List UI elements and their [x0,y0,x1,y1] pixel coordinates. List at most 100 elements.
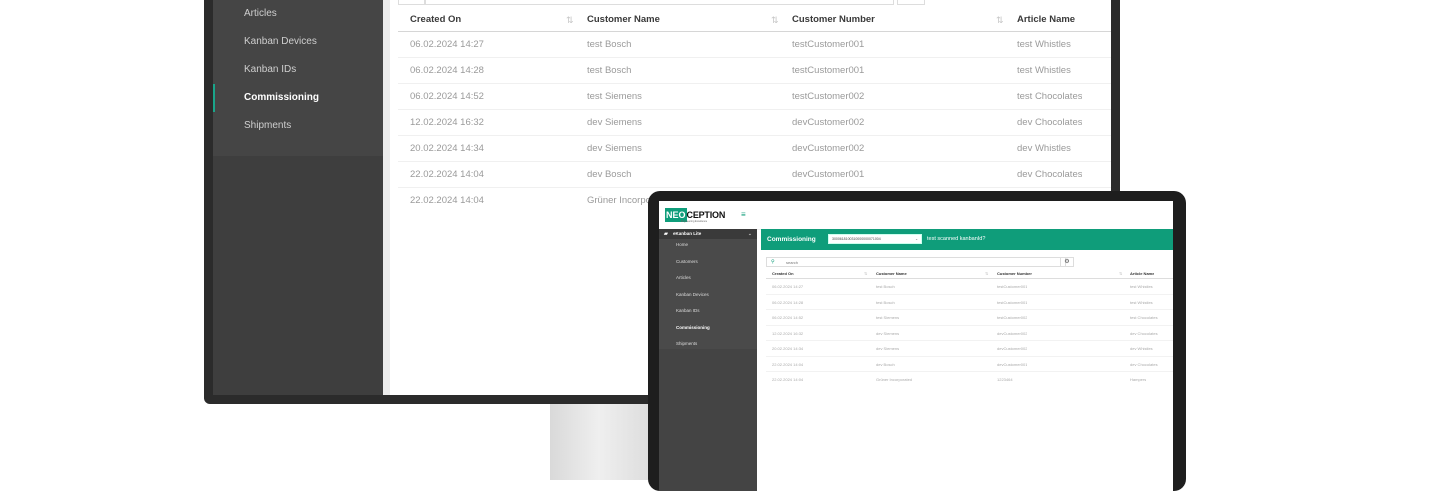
sidebar-group-ekanban[interactable]: ▰ eKanban Lite ⌄ [659,229,757,239]
monitor-stand [550,404,648,480]
sidebar-item-kanban-ids[interactable]: Kanban IDs [213,56,383,84]
cell-created-on: 22.02.2024 14:04 [772,361,804,367]
column-header-created-on[interactable]: Created On [410,8,461,32]
cell-customer-name: dev Bosch [876,361,895,367]
menu-toggle-icon[interactable]: ≡ [741,211,746,219]
cell-article-name: test Whistles [1017,39,1071,50]
sidebar-item-home[interactable]: Home [676,240,688,250]
cell-article-name: Hampers [1130,377,1147,382]
column-header-customer-name[interactable]: Customer Name [587,8,660,32]
toolbar-remnant [398,0,1111,6]
sidebar: ▰ eKanban Lite ⌄ Home Customers Articles… [659,229,757,491]
chevron-down-icon: ⌄ [748,231,752,236]
table-row[interactable]: 22.02.2024 14:04 dev Bosch devCustomer00… [766,357,1173,372]
sidebar-item-shipments[interactable]: Shipments [213,112,383,140]
search-input[interactable]: search [786,258,798,267]
table-row[interactable]: 06.02.2024 14:28 test Bosch testCustomer… [398,58,1111,84]
table-header: Created On ⇅ Customer Name ⇅ Customer Nu… [766,269,1173,279]
column-header-customer-name[interactable]: Customer Name [876,269,907,279]
cell-customer-name: dev Siemens [587,143,642,154]
column-header-article-name[interactable]: Article Name [1017,8,1075,32]
cell-customer-number: testCustomer001 [997,284,1028,289]
cell-customer-name: Grüner Incorporated [876,377,913,382]
cell-created-on: 06.02.2024 14:28 [410,65,484,76]
tablet-screen: NEO CEPTION Engineering Excellence ≡ ▰ eK… [659,201,1173,491]
sort-icon[interactable]: ⇅ [771,8,779,32]
table-row[interactable]: 06.02.2024 14:52 test Siemens testCustom… [766,310,1173,326]
search-icon[interactable]: ⚲ [771,258,775,267]
cell-customer-name: test Siemens [587,91,642,102]
cell-customer-number: 1223464 [997,377,1013,382]
table-row[interactable]: 06.02.2024 14:52 test Siemens testCustom… [398,84,1111,110]
search-input[interactable] [424,0,894,5]
table-header: Created On ⇅ Customer Name ⇅ Customer Nu… [398,8,1111,32]
table-row[interactable]: 06.02.2024 14:27 test Bosch testCustomer… [398,32,1111,58]
cell-created-on: 12.02.2024 16:32 [772,330,804,336]
table-row[interactable]: 20.02.2024 14:34 dev Siemens devCustomer… [398,136,1111,162]
sidebar: Articles Kanban Devices Kanban IDs Commi… [213,0,383,395]
cell-customer-number: testCustomer002 [792,91,865,102]
sidebar-item-commissioning[interactable]: Commissioning [676,323,710,333]
sidebar-item-articles[interactable]: Articles [676,273,691,283]
sidebar-item-shipments[interactable]: Shipments [676,339,697,349]
cell-article-name: test Chocolates [1017,91,1083,102]
cell-customer-number: devCustomer001 [997,361,1028,367]
cell-created-on: 22.02.2024 14:04 [410,195,484,206]
sidebar-menu: Articles Kanban Devices Kanban IDs Commi… [213,0,383,156]
sidebar-item-kanban-ids[interactable]: Kanban IDs [676,306,700,316]
cell-customer-name: dev Siemens [876,330,900,336]
page-title: Commissioning [767,236,816,243]
search-box[interactable]: ⚲ search [766,257,1066,267]
select-value: 3000618100310000000071004 [832,237,881,241]
cell-created-on: 06.02.2024 14:52 [772,315,804,320]
search-icon[interactable] [398,0,426,5]
table-row[interactable]: 12.02.2024 16:32 dev Siemens devCustomer… [398,110,1111,136]
sidebar-item-kanban-devices[interactable]: Kanban Devices [676,290,709,300]
column-header-customer-number[interactable]: Customer Number [997,269,1032,279]
table-row[interactable]: 22.02.2024 14:04 Grüner Incorporated 122… [766,372,1173,388]
sort-icon[interactable]: ⇅ [996,8,1004,32]
cell-customer-name: test Bosch [876,299,895,305]
cell-created-on: 20.02.2024 14:34 [772,346,804,351]
cell-article-name: dev Chocolates [1017,117,1083,128]
sort-icon[interactable]: ⇅ [1119,269,1122,279]
cell-customer-name: test Bosch [876,284,895,289]
table-row[interactable]: 20.02.2024 14:34 dev Siemens devCustomer… [766,341,1173,357]
cell-article-name: test Whistles [1017,65,1071,76]
sidebar-item-commissioning[interactable]: Commissioning [213,84,383,112]
sort-icon[interactable]: ⇅ [864,269,867,279]
sort-icon[interactable]: ⇅ [566,8,574,32]
cell-customer-number: devCustomer002 [997,330,1028,336]
scan-status-text: test scanned kanbanId? [927,236,986,242]
cell-article-name: test Chocolates [1130,315,1158,320]
cell-created-on: 06.02.2024 14:28 [772,299,804,305]
cell-customer-number: testCustomer002 [997,315,1028,320]
tablet-device: NEO CEPTION Engineering Excellence ≡ ▰ eK… [648,191,1186,491]
content-divider [383,0,390,395]
cell-customer-number: devCustomer002 [792,117,865,128]
column-header-created-on[interactable]: Created On [772,269,794,279]
cell-customer-number: testCustomer001 [792,65,865,76]
table-row[interactable]: 12.02.2024 16:32 dev Siemens devCustomer… [766,326,1173,341]
gear-icon[interactable]: ⚙ [1060,257,1074,267]
cell-created-on: 20.02.2024 14:34 [410,143,484,154]
table-row[interactable]: 22.02.2024 14:04 dev Bosch devCustomer00… [398,162,1111,188]
column-header-customer-number[interactable]: Customer Number [792,8,875,32]
cell-created-on: 22.02.2024 14:04 [772,377,804,382]
cell-created-on: 12.02.2024 16:32 [410,117,484,128]
sidebar-item-kanban-devices[interactable]: Kanban Devices [213,28,383,56]
cell-customer-number: devCustomer001 [792,169,865,180]
kanban-id-select[interactable]: 3000618100310000000071004 ⌄ [828,234,922,244]
table-row[interactable]: 06.02.2024 14:28 test Bosch testCustomer… [766,295,1173,310]
cell-article-name: dev Whistles [1017,143,1071,154]
sidebar-item-customers[interactable]: Customers [676,257,698,267]
sidebar-item-articles[interactable]: Articles [213,0,383,28]
sidebar-menu: Home Customers Articles Kanban Devices K… [659,239,757,349]
column-header-article-name[interactable]: Article Name [1130,269,1154,279]
sort-icon[interactable]: ⇅ [985,269,988,279]
table-row[interactable]: 06.02.2024 14:27 test Bosch testCustomer… [766,279,1173,295]
gear-icon[interactable] [897,0,925,5]
cell-article-name: dev Chocolates [1130,330,1158,336]
cell-article-name: test Whistles [1130,284,1153,289]
cell-created-on: 06.02.2024 14:27 [772,284,804,289]
